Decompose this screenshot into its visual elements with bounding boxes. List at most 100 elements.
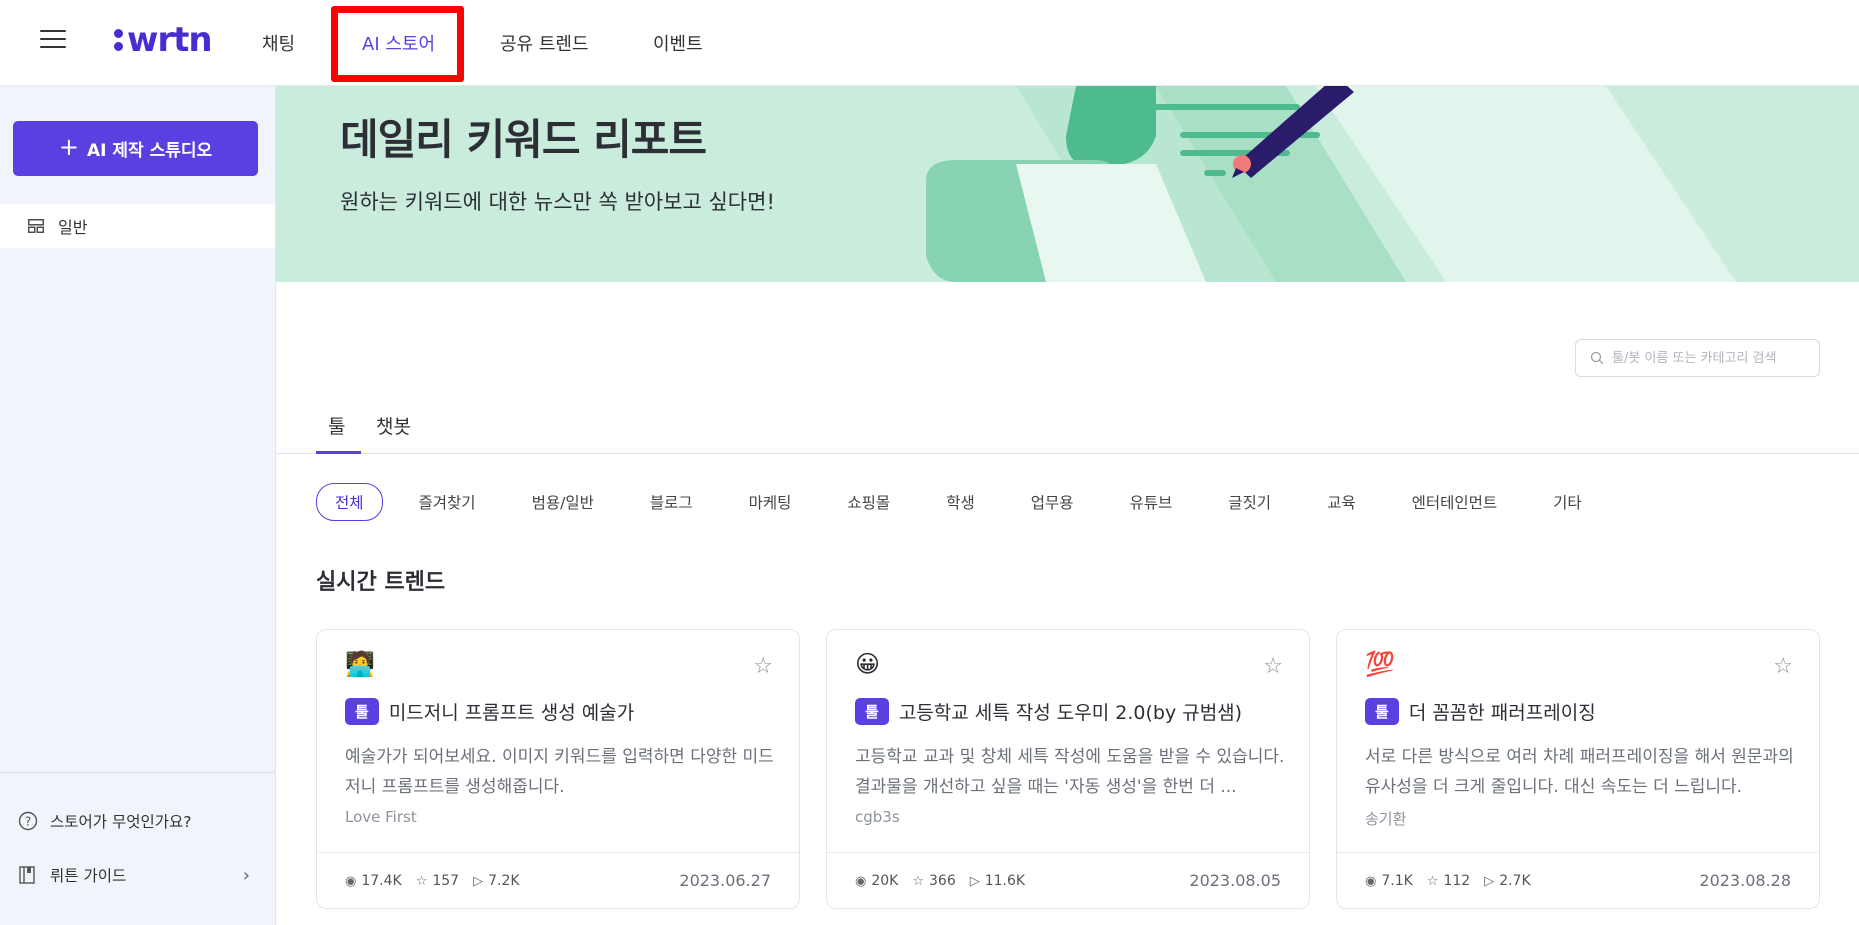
category-chip-general[interactable]: 범용/일반: [532, 491, 594, 513]
play-icon: ▷: [969, 873, 980, 889]
category-chip-all[interactable]: 전체: [316, 483, 383, 521]
tab-tools[interactable]: 툴: [328, 412, 345, 439]
sidebar-wrtn-guide[interactable]: 뤼튼 가이드 ›: [18, 864, 258, 886]
chevron-right-icon: ›: [242, 864, 250, 886]
eye-icon: ◉: [1365, 873, 1377, 889]
runs-stat: ▷ 2.7K: [1484, 873, 1530, 889]
star-outline-icon: ☆: [912, 873, 924, 889]
star-icon[interactable]: ☆: [753, 654, 773, 679]
category-chip-shopping[interactable]: 쇼핑몰: [847, 491, 890, 513]
eye-icon: ◉: [855, 873, 867, 889]
card-title-row: 툴 고등학교 세특 작성 도우미 2.0(by 규범샘): [855, 698, 1242, 725]
card-author: 송기환: [1365, 810, 1407, 828]
banner-title: 데일리 키워드 리포트: [340, 115, 707, 164]
category-chip-entertainment[interactable]: 엔터테인먼트: [1412, 491, 1498, 513]
card-description: 서로 다른 방식으로 여러 차례 패러프레이징을 해서 원문과의 유사성을 더 …: [1365, 747, 1794, 797]
star-icon[interactable]: ☆: [1773, 654, 1793, 679]
play-icon: ▷: [1484, 873, 1495, 889]
search-input[interactable]: [1612, 350, 1802, 366]
category-chip-blog[interactable]: 블로그: [650, 491, 693, 513]
card-date: 2023.08.28: [1699, 871, 1791, 890]
plus-icon: +: [58, 133, 79, 161]
card-date: 2023.08.05: [1189, 871, 1281, 890]
tool-card[interactable]: 😀 ☆ 툴 고등학교 세특 작성 도우미 2.0(by 규범샘) 고등학교 교과…: [826, 629, 1310, 909]
category-chip-work[interactable]: 업무용: [1031, 491, 1074, 513]
stars-stat: ☆ 112: [1427, 873, 1470, 889]
category-chip-youtube[interactable]: 유튜브: [1130, 491, 1173, 513]
book-icon: [19, 866, 35, 884]
stars-stat: ☆ 366: [912, 873, 955, 889]
sidebar-item-label: 일반: [58, 218, 88, 237]
card-emoji-icon: 💯: [1365, 650, 1395, 678]
svg-text:?: ?: [25, 815, 31, 829]
category-chip-favorites[interactable]: 즐겨찾기: [419, 491, 476, 513]
card-author: Love First: [345, 808, 417, 826]
sidebar-divider: [0, 772, 275, 773]
category-chip-marketing[interactable]: 마케팅: [749, 491, 792, 513]
section-title-realtime-trend: 실시간 트렌드: [316, 570, 446, 595]
grid-icon: [28, 219, 44, 233]
views-count: 17.4K: [361, 873, 402, 889]
promo-banner[interactable]: 데일리 키워드 리포트 원하는 키워드에 대한 뉴스만 쏙 받아보고 싶다면!: [276, 86, 1859, 282]
card-title: 미드저니 프롬프트 생성 예술가: [388, 702, 635, 724]
star-icon[interactable]: ☆: [1263, 654, 1283, 679]
sidebar-bottom-label: 뤼튼 가이드: [50, 867, 127, 885]
card-title: 고등학교 세특 작성 도우미 2.0(by 규범샘): [898, 702, 1243, 724]
play-icon: ▷: [473, 873, 484, 889]
card-title-row: 툴 더 꼼꼼한 패러프레이징: [1365, 698, 1596, 725]
category-chip-student[interactable]: 학생: [946, 491, 975, 513]
active-nav-highlight: [331, 6, 464, 82]
runs-stat: ▷ 11.6K: [970, 873, 1025, 889]
sidebar: + AI 제작 스튜디오 일반 ? 스토어가 무엇인가요? 뤼튼 가이드 ›: [0, 86, 276, 925]
card-date: 2023.06.27: [679, 871, 771, 890]
card-stats: ◉ 7.1K ☆ 112 ▷ 2.7K: [1365, 873, 1545, 889]
question-circle-icon: ?: [18, 811, 38, 831]
sidebar-what-is-store[interactable]: ? 스토어가 무엇인가요?: [18, 810, 258, 832]
banner-subtitle: 원하는 키워드에 대한 뉴스만 쏙 받아보고 싶다면!: [340, 190, 775, 214]
hamburger-menu-icon[interactable]: [40, 30, 66, 52]
tool-card[interactable]: 🧑‍💻 ☆ 툴 미드저니 프롬프트 생성 예술가 예술가가 되어보세요. 이미지…: [316, 629, 800, 909]
star-outline-icon: ☆: [1426, 873, 1439, 889]
card-emoji-icon: 😀: [855, 650, 881, 678]
views-count: 7.1K: [1381, 873, 1413, 889]
card-title-row: 툴 미드저니 프롬프트 생성 예술가: [345, 698, 634, 725]
views-count: 20K: [871, 873, 899, 889]
card-title: 더 꼼꼼한 패러프레이징: [1408, 702, 1596, 724]
tool-card[interactable]: 💯 ☆ 툴 더 꼼꼼한 패러프레이징 서로 다른 방식으로 여러 차례 패러프레…: [1336, 629, 1820, 909]
tab-chatbots[interactable]: 챗봇: [376, 412, 411, 439]
card-stats: ◉ 17.4K ☆ 157 ▷ 7.2K: [345, 873, 534, 889]
nav-chat[interactable]: 채팅: [262, 0, 295, 86]
active-tab-indicator: [316, 451, 361, 454]
runs-count: 11.6K: [984, 873, 1026, 889]
card-stats: ◉ 20K ☆ 366 ▷ 11.6K: [855, 873, 1039, 889]
category-chip-writing[interactable]: 글짓기: [1228, 491, 1271, 513]
logo-dots-icon: [114, 27, 123, 53]
stars-count: 112: [1443, 873, 1471, 889]
tabs-divider: [276, 453, 1859, 454]
category-chip-education[interactable]: 교육: [1327, 491, 1356, 513]
star-outline-icon: ☆: [415, 873, 428, 889]
card-footer-divider: [1337, 852, 1819, 853]
ai-studio-button-label: AI 제작 스튜디오: [86, 141, 213, 161]
wrtn-logo[interactable]: wrtn: [114, 18, 213, 62]
stars-count: 366: [929, 873, 956, 889]
eye-icon: ◉: [345, 873, 357, 889]
ai-studio-button[interactable]: + AI 제작 스튜디오: [13, 121, 258, 176]
top-navigation-bar: wrtn 채팅 AI 스토어 공유 트렌드 이벤트: [0, 0, 1859, 86]
card-footer-divider: [317, 852, 799, 853]
nav-events[interactable]: 이벤트: [653, 0, 703, 86]
nav-shared-trends[interactable]: 공유 트렌드: [500, 0, 589, 86]
sidebar-item-general[interactable]: 일반: [0, 204, 275, 248]
card-badge: 툴: [1365, 698, 1399, 725]
card-author: cgb3s: [855, 808, 900, 826]
views-stat: ◉ 7.1K: [1365, 873, 1413, 889]
search-icon: [1590, 351, 1604, 365]
category-filter: 전체 즐겨찾기 범용/일반 블로그 마케팅 쇼핑몰 학생 업무용 유튜브 글짓기…: [316, 483, 1582, 521]
card-badge: 툴: [345, 698, 379, 725]
category-chip-etc[interactable]: 기타: [1553, 491, 1582, 513]
runs-stat: ▷ 7.2K: [473, 873, 519, 889]
search-box[interactable]: [1575, 339, 1820, 377]
views-stat: ◉ 20K: [855, 873, 898, 889]
logo-text: wrtn: [127, 20, 213, 60]
card-badge: 툴: [855, 698, 889, 725]
